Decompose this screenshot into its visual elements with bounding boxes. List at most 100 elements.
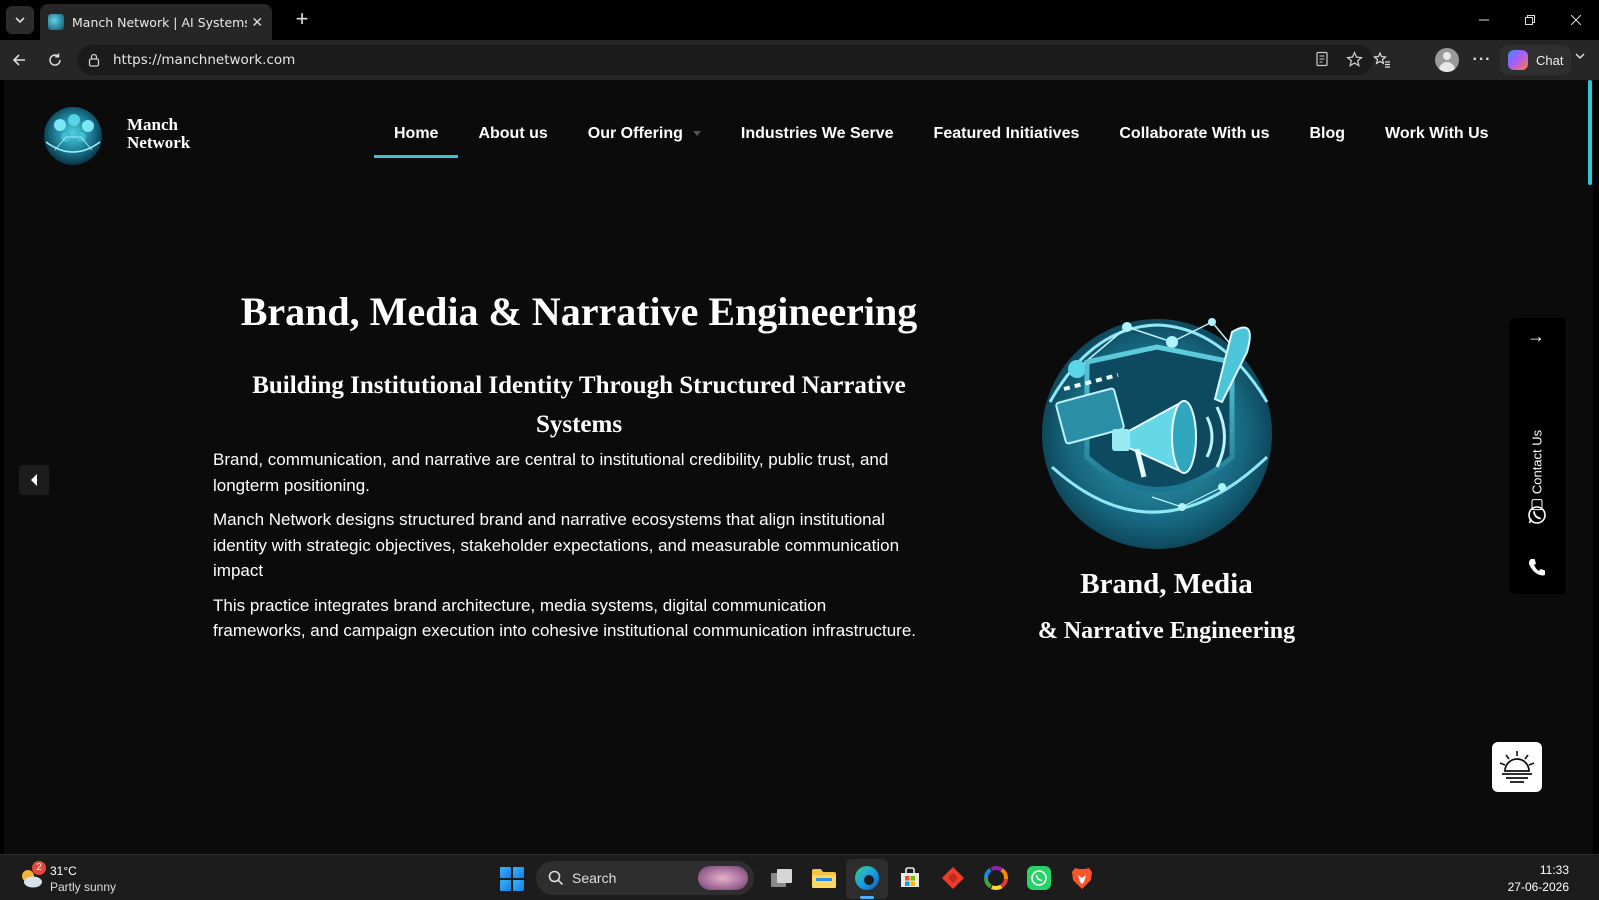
brave-browser-button[interactable]	[1068, 864, 1096, 892]
site-favicon-icon	[48, 14, 64, 30]
whatsapp-app-button[interactable]	[1025, 864, 1053, 892]
contact-us-button[interactable]: Contact Us	[1529, 429, 1545, 511]
manch-network-logo[interactable]	[40, 106, 106, 166]
hero-paragraph: This practice integrates brand architect…	[213, 595, 917, 641]
hero-body: Brand, communication, and narrative are …	[213, 447, 923, 653]
hero-paragraph: Manch Network designs structured brand a…	[213, 510, 900, 580]
nav-work-with-us[interactable]: Work With Us	[1365, 124, 1509, 158]
tab-title: Manch Network | AI Systems & Digital	[72, 14, 247, 30]
nav-industries-label: Industries We Serve	[740, 125, 894, 142]
task-view-icon	[771, 869, 792, 887]
copilot-chat-button[interactable]: Chat	[1500, 45, 1572, 75]
windows-logo-pane	[500, 880, 511, 891]
main-nav: Home About us Our Offering Industries We…	[374, 124, 1509, 158]
brand-media-illustration	[1042, 318, 1272, 549]
nav-home-label: Home	[394, 125, 439, 142]
nav-blog[interactable]: Blog	[1289, 124, 1365, 158]
browser-tab-active[interactable]: Manch Network | AI Systems & Digital ✕	[40, 4, 272, 40]
new-tab-button[interactable]: +	[288, 6, 316, 34]
brand-name[interactable]: Manch Network	[127, 116, 190, 152]
caret-left-icon	[31, 474, 37, 486]
nav-offering-label: Our Offering	[587, 125, 683, 142]
edge-icon	[855, 866, 879, 890]
close-tab-icon[interactable]: ✕	[251, 14, 264, 31]
windows-taskbar: 2 31°C Partly sunny Search 11:33 27-06-2…	[0, 854, 1599, 900]
dropdown-caret-icon	[692, 131, 701, 137]
address-bar-actions	[1314, 51, 1363, 68]
search-label: Search	[572, 870, 617, 886]
file-explorer-button[interactable]	[810, 864, 838, 892]
more-dots-icon: ···	[1472, 51, 1492, 68]
edge-browser-button[interactable]	[853, 864, 881, 892]
address-bar[interactable]: https://manchnetwork.com	[77, 45, 1373, 75]
start-button[interactable]	[500, 867, 524, 891]
contact-us-label: Contact Us	[1529, 429, 1545, 495]
hero-subtitle: Building Institutional Identity Through …	[252, 372, 906, 438]
refresh-icon	[49, 53, 61, 66]
chevron-down-icon	[15, 17, 25, 24]
nav-about-us[interactable]: About us	[458, 124, 567, 158]
side-caption-line2: & Narrative Engineering	[1037, 618, 1296, 644]
sun-icon	[1499, 751, 1535, 783]
more-options-button[interactable]: ···	[1470, 48, 1494, 72]
taskbar-search[interactable]: Search	[536, 861, 754, 895]
nav-work-label: Work With Us	[1385, 125, 1489, 142]
close-window-button[interactable]	[1553, 0, 1599, 40]
favorites-list-icon	[1373, 51, 1390, 68]
brave-lion-icon	[1072, 868, 1092, 889]
nav-home[interactable]: Home	[374, 124, 459, 158]
phone-icon[interactable]	[1526, 556, 1548, 578]
favorite-star-icon[interactable]	[1346, 51, 1363, 68]
red-diamond-app-icon	[942, 867, 964, 889]
refresh-button[interactable]	[40, 46, 70, 74]
minimize-icon	[1479, 19, 1489, 21]
contact-side-panel: → Contact Us	[1509, 318, 1565, 594]
arrow-right-icon[interactable]: →	[1527, 326, 1545, 347]
store-icon	[901, 867, 919, 887]
reader-mode-icon[interactable]	[1314, 51, 1330, 67]
restore-icon	[1525, 15, 1535, 25]
whatsapp-icon[interactable]	[1526, 504, 1548, 526]
weather-temperature[interactable]: 31°C	[50, 864, 77, 878]
weather-notification-badge: 2	[32, 861, 46, 875]
profile-avatar-icon[interactable]	[1435, 48, 1459, 72]
browser-tab-bar: Manch Network | AI Systems & Digital ✕ +	[0, 0, 1599, 40]
active-app-indicator	[860, 896, 874, 899]
lock-icon[interactable]	[87, 53, 101, 67]
nav-collaborate[interactable]: Collaborate With us	[1099, 124, 1289, 158]
window-controls	[1461, 0, 1599, 40]
system-clock-date[interactable]: 27-06-2026	[1508, 880, 1569, 894]
anydesk-app-button[interactable]	[939, 864, 967, 892]
close-icon	[1571, 15, 1581, 25]
windows-logo-pane	[513, 867, 524, 878]
chevron-down-icon[interactable]	[1574, 50, 1586, 62]
copilot-icon	[1508, 50, 1528, 70]
nav-industries[interactable]: Industries We Serve	[721, 124, 914, 158]
weather-description[interactable]: Partly sunny	[50, 880, 116, 894]
webpage: Manch Network Home About us Our Offering…	[4, 80, 1593, 854]
chat-label: Chat	[1536, 52, 1564, 68]
nav-featured-initiatives[interactable]: Featured Initiatives	[914, 124, 1100, 158]
nav-about-label: About us	[478, 125, 548, 142]
hero-title: Brand, Media & Narrative Engineering	[240, 289, 918, 334]
minimize-button[interactable]	[1461, 0, 1507, 40]
nav-our-offering[interactable]: Our Offering	[568, 124, 721, 158]
nav-featured-label: Featured Initiatives	[933, 125, 1080, 142]
carousel-prev-button[interactable]	[19, 465, 49, 495]
windows-logo-pane	[500, 867, 511, 878]
system-clock-time[interactable]: 11:33	[1540, 863, 1569, 877]
task-view-button[interactable]	[768, 864, 796, 892]
tab-list-button[interactable]	[6, 6, 34, 34]
hero-paragraph: Brand, communication, and narrative are …	[213, 450, 889, 495]
back-arrow-icon	[12, 54, 25, 66]
microsoft-store-button[interactable]	[896, 864, 924, 892]
restore-button[interactable]	[1507, 0, 1553, 40]
page-scrollbar[interactable]	[1588, 80, 1592, 185]
accessibility-widget-button[interactable]	[1492, 742, 1542, 792]
color-wheel-icon	[984, 866, 1008, 890]
brand-name-line2: Network	[127, 133, 191, 152]
back-button[interactable]	[4, 46, 34, 74]
nav-blog-label: Blog	[1309, 125, 1346, 142]
color-wheel-app-button[interactable]	[982, 864, 1010, 892]
favorites-button[interactable]	[1370, 48, 1394, 72]
